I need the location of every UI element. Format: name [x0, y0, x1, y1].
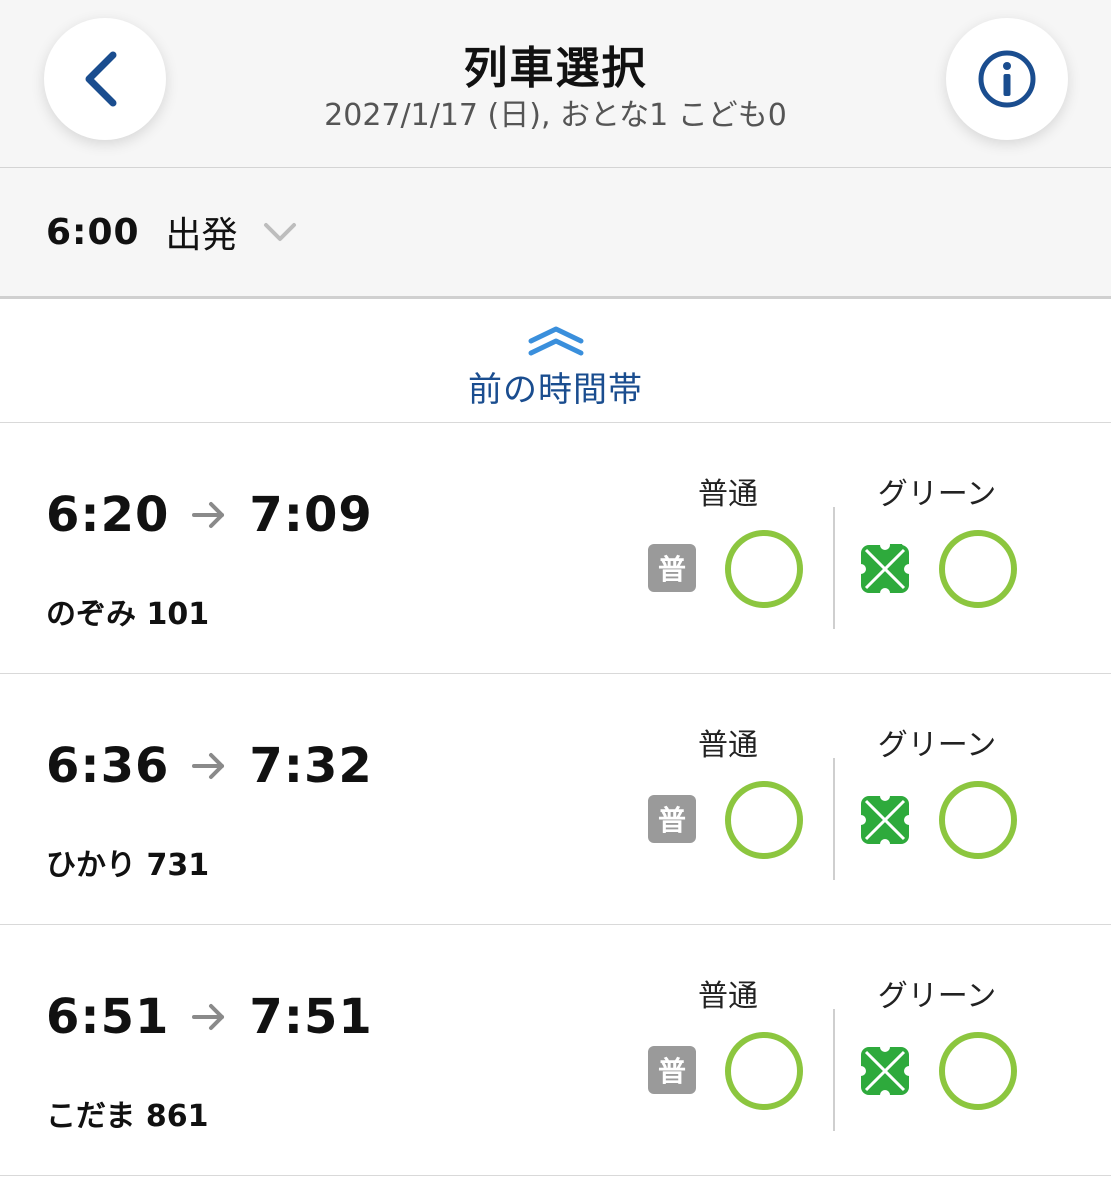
ordinary-car-badge: 普: [648, 795, 696, 843]
ordinary-available-circle-icon[interactable]: [725, 781, 803, 859]
train-name: ひかり 731: [46, 848, 210, 883]
ordinary-seat-label: 普通: [698, 477, 758, 512]
arrival-time: 7:51: [249, 989, 373, 1045]
ordinary-seat-label: 普通: [698, 728, 758, 763]
train-times: 6:20 7:09: [46, 487, 373, 543]
departure-time: 6:51: [46, 989, 170, 1045]
green-seat-label: グリーン: [877, 979, 997, 1014]
green-seat-label: グリーン: [877, 477, 997, 512]
clover-icon: [860, 1046, 910, 1096]
departure-time: 6:20: [46, 487, 170, 543]
ordinary-car-badge: 普: [648, 1046, 696, 1094]
departure-time: 6:36: [46, 738, 170, 794]
previous-time-band-button[interactable]: 前の時間帯: [0, 299, 1111, 423]
arrival-time: 7:32: [249, 738, 373, 794]
arrival-time: 7:09: [249, 487, 373, 543]
column-divider: [833, 758, 835, 880]
clover-icon: [860, 795, 910, 845]
ordinary-car-badge: 普: [648, 544, 696, 592]
train-row[interactable]: 6:36 7:32 ひかり 731 普通 グリーン 普: [0, 674, 1111, 925]
clover-icon: [860, 544, 910, 594]
train-row[interactable]: 6:51 7:51 こだま 861 普通 グリーン 普: [0, 925, 1111, 1176]
page-subtitle: 2027/1/17 (日), おとな1 こども0: [324, 98, 787, 133]
chevron-down-icon: [262, 220, 298, 244]
info-icon: [978, 50, 1036, 108]
arrow-right-icon: [191, 751, 227, 781]
green-available-circle-icon[interactable]: [939, 530, 1017, 608]
double-chevron-up-icon: [528, 326, 584, 356]
green-available-circle-icon[interactable]: [939, 1032, 1017, 1110]
page-title: 列車選択: [463, 43, 648, 94]
column-divider: [833, 1009, 835, 1131]
train-row[interactable]: 6:20 7:09 のぞみ 101 普通 グリーン 普: [0, 423, 1111, 674]
info-button[interactable]: [946, 18, 1068, 140]
previous-time-band-label: 前の時間帯: [468, 370, 643, 410]
departure-label: 出発: [165, 215, 238, 256]
green-available-circle-icon[interactable]: [939, 781, 1017, 859]
arrow-right-icon: [191, 500, 227, 530]
column-divider: [833, 507, 835, 629]
departure-time-selector[interactable]: 6:00 出発: [0, 168, 1111, 299]
header: 列車選択 2027/1/17 (日), おとな1 こども0: [0, 0, 1111, 168]
train-name: こだま 861: [46, 1099, 209, 1134]
train-times: 6:36 7:32: [46, 738, 373, 794]
train-times: 6:51 7:51: [46, 989, 373, 1045]
ordinary-available-circle-icon[interactable]: [725, 530, 803, 608]
ordinary-available-circle-icon[interactable]: [725, 1032, 803, 1110]
arrow-right-icon: [191, 1002, 227, 1032]
departure-time: 6:00: [46, 211, 140, 253]
train-name: のぞみ 101: [46, 597, 210, 632]
green-seat-label: グリーン: [877, 728, 997, 763]
ordinary-seat-label: 普通: [698, 979, 758, 1014]
